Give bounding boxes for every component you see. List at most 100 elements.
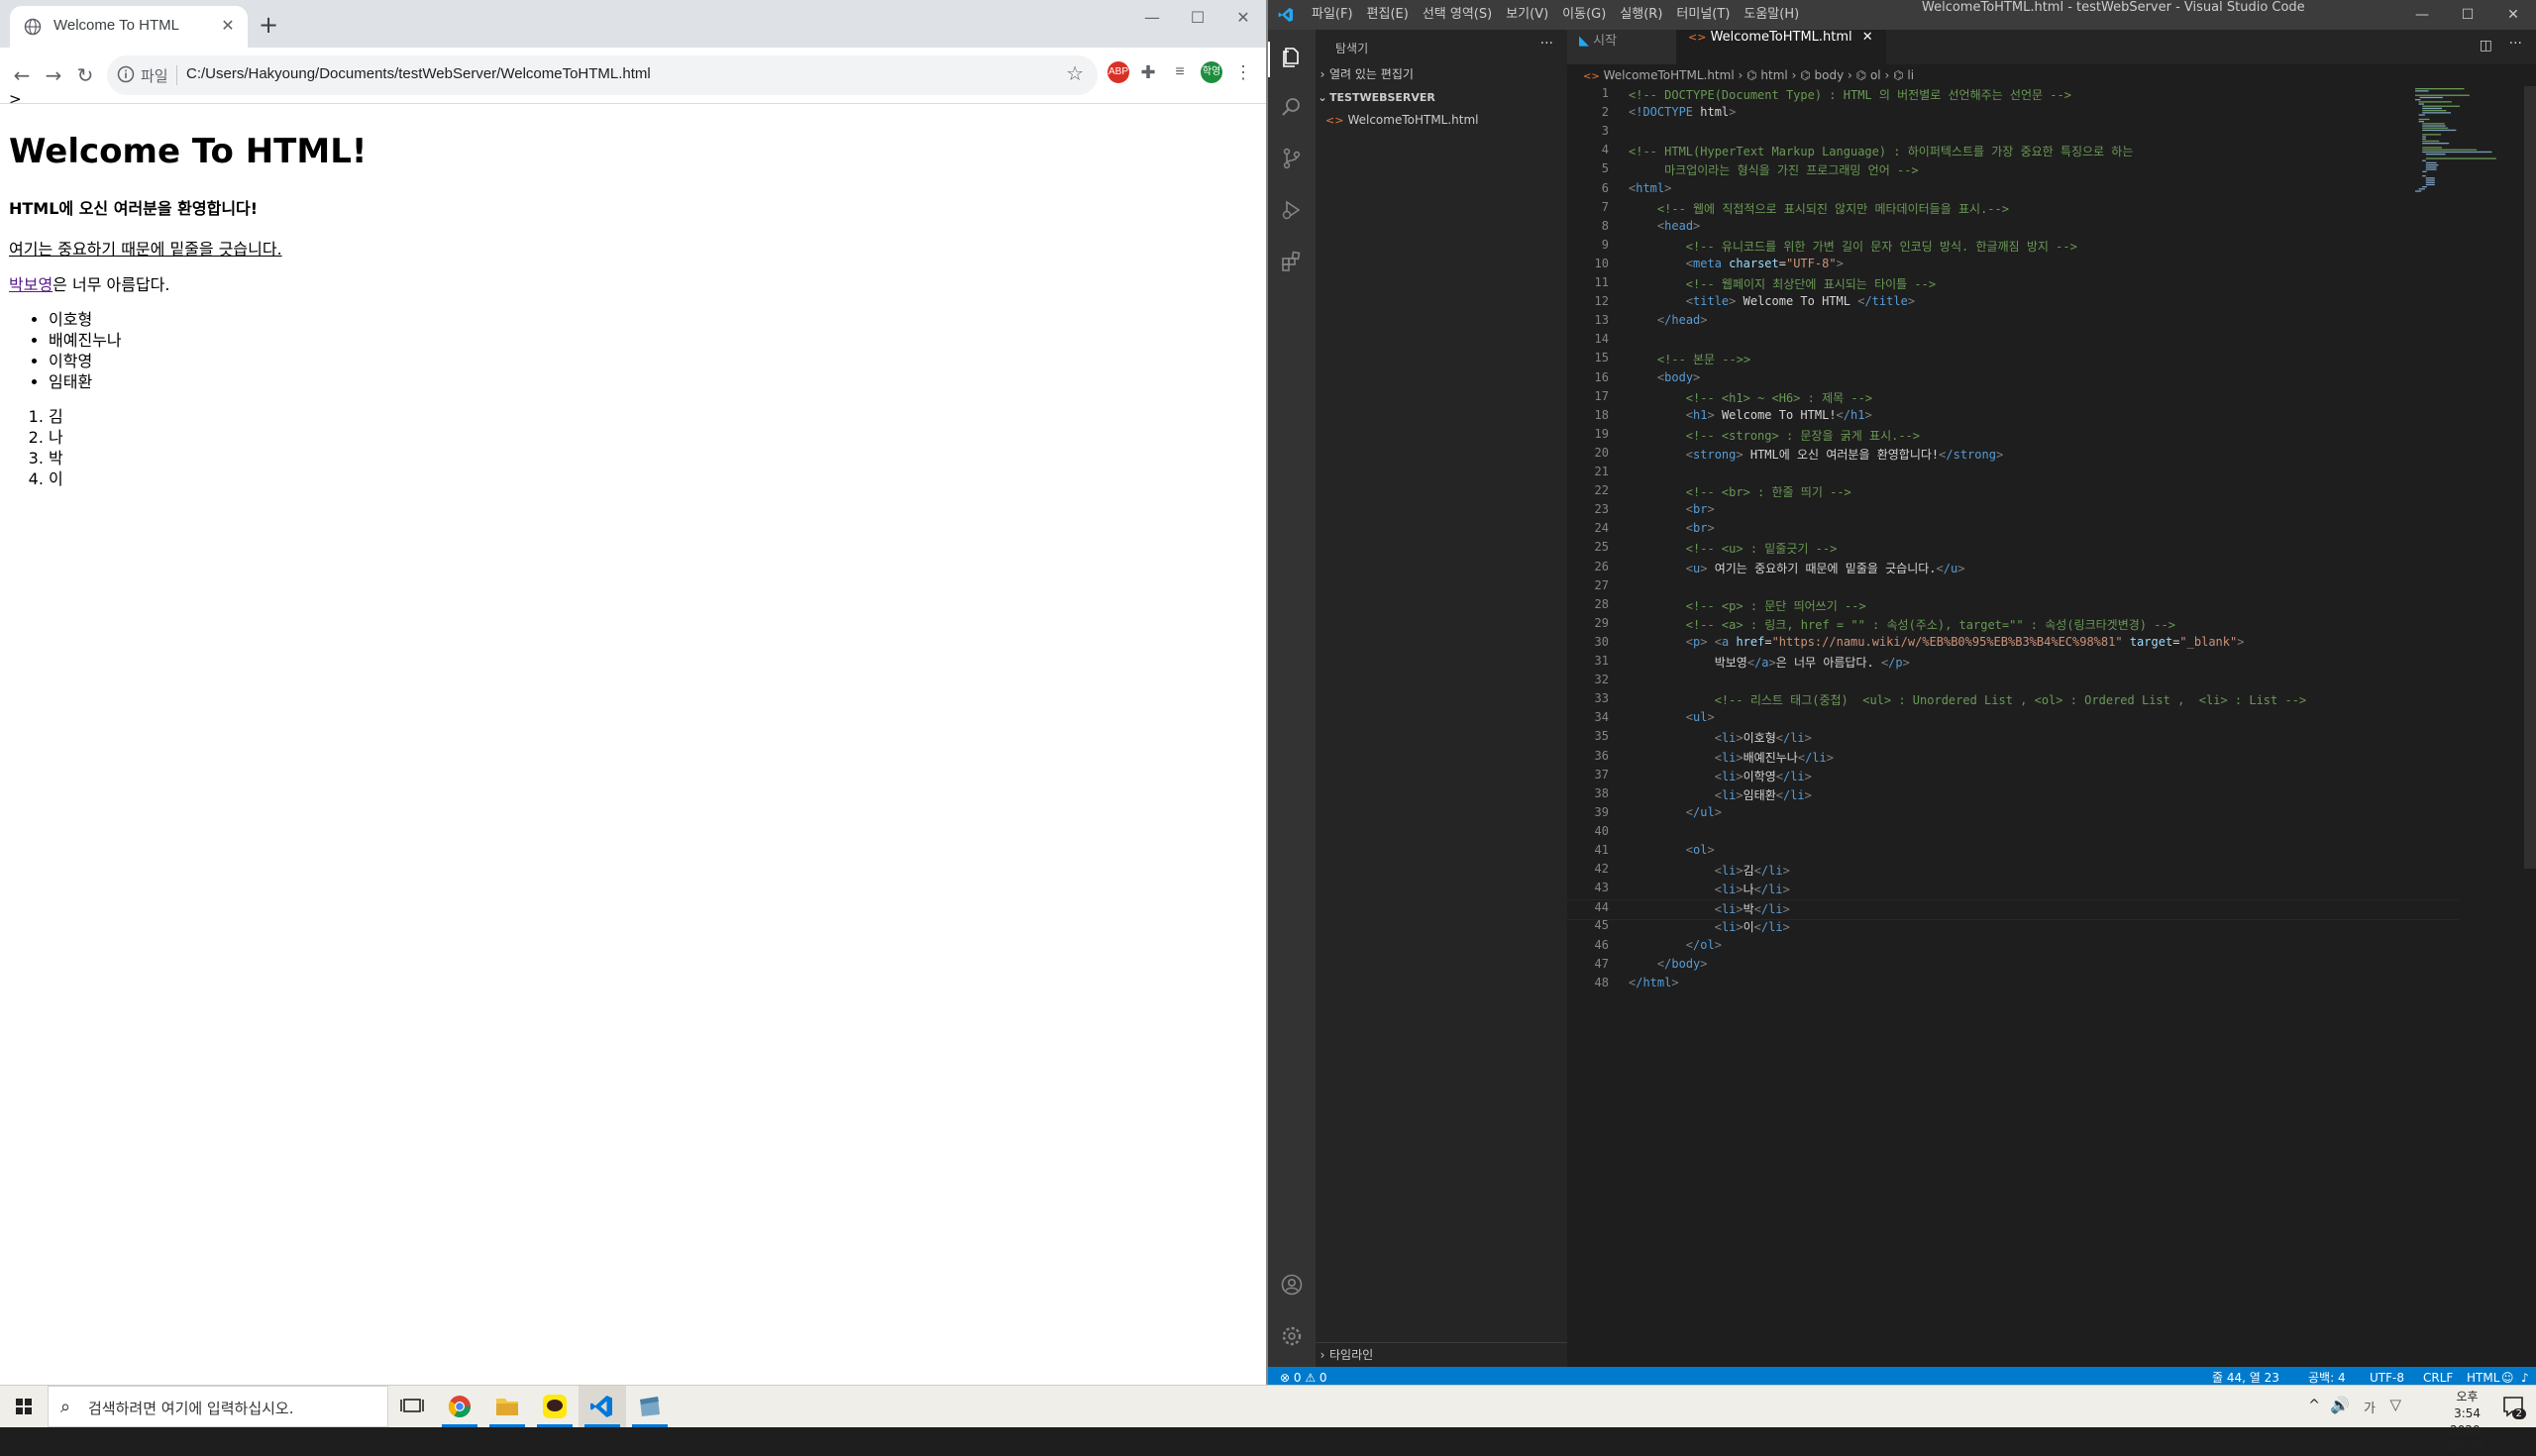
link-park-boyoung[interactable]: 박보영 bbox=[9, 275, 53, 294]
code-line[interactable]: 13 </head> bbox=[1567, 313, 2459, 332]
code-line[interactable]: 15 <!-- 본문 -->> bbox=[1567, 351, 2459, 369]
menu-selection[interactable]: 선택 영역(S) bbox=[1423, 0, 1492, 30]
code-line[interactable]: 39 </ul> bbox=[1567, 805, 2459, 824]
code-line[interactable]: 4 <!-- HTML(HyperText Markup Language) : … bbox=[1567, 143, 2459, 161]
code-line[interactable]: 28 <!-- <p> : 문단 띄어쓰기 --> bbox=[1567, 597, 2459, 616]
address-bar[interactable]: 파일 C:/Users/Hakyoung/Documents/testWebSe… bbox=[107, 55, 1098, 95]
code-line[interactable]: 8 <head> bbox=[1567, 219, 2459, 238]
source-control-icon[interactable] bbox=[1280, 147, 1304, 170]
menu-file[interactable]: 파일(F) bbox=[1312, 0, 1353, 30]
network-icon[interactable]: ▽ bbox=[2389, 1396, 2401, 1413]
clock[interactable]: 오후 3:54 2020-07-23 bbox=[2450, 1389, 2484, 1456]
code-line[interactable]: 33 <!-- 리스트 태그(중첩) <ul> : Unordered List… bbox=[1567, 691, 2459, 710]
notification-center-icon[interactable]: 2 bbox=[2500, 1394, 2528, 1419]
menu-terminal[interactable]: 터미널(T) bbox=[1676, 0, 1730, 30]
extensions-icon[interactable] bbox=[1280, 250, 1304, 273]
code-line[interactable]: 22 <!-- <br> : 한줄 띄기 --> bbox=[1567, 483, 2459, 502]
code-line[interactable]: 25 <!-- <u> : 밑줄긋기 --> bbox=[1567, 540, 2459, 559]
code-line[interactable]: 35 <li>이호형</li> bbox=[1567, 729, 2459, 748]
code-line[interactable]: 5 마크업이라는 형식을 가진 프로그래밍 언어 --> bbox=[1567, 161, 2459, 180]
app-taskbar-icon[interactable] bbox=[626, 1386, 674, 1427]
close-tab-icon[interactable]: ✕ bbox=[1862, 30, 1873, 45]
media-control-icon[interactable]: ≡ bbox=[1169, 61, 1191, 83]
new-tab-button[interactable]: + bbox=[256, 12, 281, 38]
maximize-icon[interactable]: ☐ bbox=[2445, 0, 2490, 30]
menu-kebab-icon[interactable]: ⋮ bbox=[1232, 61, 1254, 83]
code-line[interactable]: 20 <strong> HTML에 오신 여러분을 환영합니다!</strong… bbox=[1567, 446, 2459, 465]
code-line[interactable]: 31 박보영</a>은 너무 아름답다. </p> bbox=[1567, 654, 2459, 673]
search-icon[interactable] bbox=[1280, 95, 1304, 119]
reload-icon[interactable]: ↻ bbox=[71, 61, 99, 89]
file-item[interactable]: <> WelcomeToHTML.html bbox=[1316, 109, 1567, 131]
code-line[interactable]: 6 <html> bbox=[1567, 181, 2459, 200]
extensions-puzzle-icon[interactable]: ✚ bbox=[1137, 61, 1159, 83]
forward-arrow-icon[interactable]: → bbox=[40, 61, 67, 89]
code-line[interactable]: 36 <li>배예진누나</li> bbox=[1567, 749, 2459, 768]
account-icon[interactable] bbox=[1280, 1273, 1304, 1297]
bookmark-star-icon[interactable]: ☆ bbox=[1066, 61, 1084, 85]
code-line[interactable]: 23 <br> bbox=[1567, 502, 2459, 521]
close-window-icon[interactable]: ✕ bbox=[1220, 4, 1266, 32]
code-line[interactable]: 21 bbox=[1567, 465, 2459, 483]
code-line[interactable]: 34 <ul> bbox=[1567, 710, 2459, 729]
minimize-icon[interactable]: — bbox=[1129, 4, 1175, 32]
open-editors-section[interactable]: › 열려 있는 편집기 bbox=[1316, 63, 1567, 85]
code-line[interactable]: 11 <!-- 웹페이지 최상단에 표시되는 타이틀 --> bbox=[1567, 275, 2459, 294]
explorer-files-icon[interactable] bbox=[1280, 46, 1304, 69]
code-line[interactable]: 9 <!-- 유니코드를 위한 가변 길이 문자 인코딩 방식. 한글깨짐 방지… bbox=[1567, 238, 2459, 257]
kakaotalk-icon[interactable] bbox=[531, 1386, 579, 1427]
more-actions-icon[interactable]: ··· bbox=[2509, 36, 2522, 52]
code-line[interactable]: 42 <li>김</li> bbox=[1567, 862, 2459, 881]
back-arrow-icon[interactable]: ← bbox=[8, 61, 36, 89]
run-debug-icon[interactable] bbox=[1280, 198, 1304, 222]
breadcrumb-item[interactable]: WelcomeToHTML.html bbox=[1604, 68, 1735, 82]
scrollbar[interactable] bbox=[2524, 86, 2536, 869]
code-line[interactable]: 47 </body> bbox=[1567, 957, 2459, 976]
task-view-icon[interactable] bbox=[388, 1386, 436, 1427]
code-line[interactable]: 3 bbox=[1567, 124, 2459, 143]
timeline-section[interactable]: › 타임라인 bbox=[1316, 1344, 1567, 1366]
code-line[interactable]: 40 bbox=[1567, 824, 2459, 843]
code-line[interactable]: 26 <u> 여기는 중요하기 때문에 밑줄을 긋습니다.</u> bbox=[1567, 560, 2459, 578]
code-line[interactable]: 45 <li>이</li> bbox=[1567, 918, 2459, 937]
split-editor-icon[interactable]: ◫ bbox=[2480, 38, 2492, 53]
taskbar-search[interactable]: ⌕ 검색하려면 여기에 입력하십시오. bbox=[48, 1386, 388, 1427]
chrome-taskbar-icon[interactable] bbox=[436, 1386, 483, 1427]
browser-tab[interactable]: Welcome To HTML ✕ bbox=[10, 6, 248, 48]
minimap[interactable] bbox=[2413, 86, 2522, 205]
file-explorer-icon[interactable] bbox=[483, 1386, 531, 1427]
menu-run[interactable]: 실행(R) bbox=[1620, 0, 1662, 30]
menu-edit[interactable]: 편집(E) bbox=[1367, 0, 1409, 30]
code-line[interactable]: 16 <body> bbox=[1567, 370, 2459, 389]
minimize-icon[interactable]: — bbox=[2399, 0, 2445, 30]
maximize-icon[interactable]: ☐ bbox=[1175, 4, 1220, 32]
tab-welcome[interactable]: ◣ 시작 bbox=[1567, 30, 1678, 64]
workspace-section[interactable]: ⌄ TESTWEBSERVER bbox=[1316, 87, 1567, 109]
code-line[interactable]: 43 <li>나</li> bbox=[1567, 881, 2459, 899]
speaker-icon[interactable]: 🔊 bbox=[2330, 1396, 2350, 1414]
breadcrumb-item[interactable]: html bbox=[1760, 68, 1787, 82]
code-line[interactable]: 19 <!-- <strong> : 문장을 굵게 표시.--> bbox=[1567, 427, 2459, 446]
code-line[interactable]: 32 bbox=[1567, 673, 2459, 691]
breadcrumb-item[interactable]: body bbox=[1815, 68, 1845, 82]
close-tab-icon[interactable]: ✕ bbox=[216, 14, 240, 38]
url-text[interactable]: C:/Users/Hakyoung/Documents/testWebServe… bbox=[186, 65, 651, 82]
adblock-icon[interactable]: ABP bbox=[1108, 61, 1129, 83]
code-line[interactable]: 24 <br> bbox=[1567, 521, 2459, 540]
menu-view[interactable]: 보기(V) bbox=[1506, 0, 1548, 30]
code-line[interactable]: 1 <!-- DOCTYPE(Document Type) : HTML 의 버전… bbox=[1567, 86, 2459, 105]
tab-welcometohtml[interactable]: <> WelcomeToHTML.html ✕ bbox=[1676, 30, 1886, 64]
code-line[interactable]: 18 <h1> Welcome To HTML!</h1> bbox=[1567, 408, 2459, 427]
breadcrumb-item[interactable]: ol bbox=[1870, 68, 1881, 82]
code-line[interactable]: 7 <!-- 웹에 직접적으로 표시되진 않지만 메타데이터들을 표시.--> bbox=[1567, 200, 2459, 219]
chevron-up-icon[interactable]: ^ bbox=[2308, 1398, 2320, 1413]
code-line[interactable]: 44 <li>박</li> bbox=[1567, 899, 2459, 921]
breadcrumb-item[interactable]: li bbox=[1907, 68, 1914, 82]
windows-start-icon[interactable] bbox=[0, 1386, 48, 1427]
code-line[interactable]: 41 <ol> bbox=[1567, 843, 2459, 862]
code-line[interactable]: 46 </ol> bbox=[1567, 938, 2459, 957]
code-line[interactable]: 37 <li>이학영</li> bbox=[1567, 768, 2459, 786]
code-line[interactable]: 27 bbox=[1567, 578, 2459, 597]
code-line[interactable]: 30 <p> <a href="https://namu.wiki/w/%EB%… bbox=[1567, 635, 2459, 654]
code-line[interactable]: 38 <li>임태환</li> bbox=[1567, 786, 2459, 805]
